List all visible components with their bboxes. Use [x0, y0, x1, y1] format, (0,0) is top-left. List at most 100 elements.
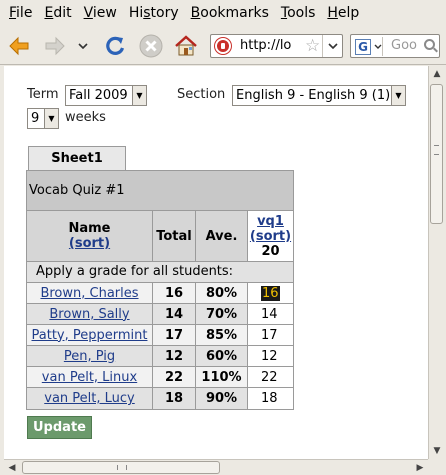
scroll-up-arrow-icon[interactable]: ▲ — [429, 66, 445, 82]
menu-bookmarks[interactable]: Bookmarks — [185, 0, 275, 27]
sort-by-vq1-link[interactable]: (sort) — [250, 229, 291, 244]
grade-value: 22 — [261, 369, 278, 385]
page-content: Term Fall 2009 ▼ Section English 9 - Eng… — [4, 66, 428, 459]
search-bar[interactable]: G Goo — [350, 34, 440, 58]
grade-cell[interactable]: 18 — [248, 388, 293, 409]
grade-cell[interactable]: 14 — [248, 304, 293, 324]
chevron-down-icon — [374, 44, 382, 49]
name-header-label: Name — [68, 221, 111, 236]
url-bar[interactable]: http://lo ☆ — [210, 34, 343, 58]
menu-file[interactable]: File — [3, 0, 38, 27]
term-select[interactable]: Fall 2009 ▼ — [65, 85, 147, 106]
student-average: 80% — [196, 283, 248, 303]
bookmark-star-icon[interactable]: ☆ — [305, 36, 320, 56]
chevron-down-icon — [327, 43, 338, 49]
student-average: 70% — [196, 304, 248, 324]
grade-cell[interactable]: 12 — [248, 346, 293, 366]
sort-by-name-link[interactable]: (sort) — [69, 236, 110, 251]
student-row: Patty, Peppermint 17 85% 17 — [27, 325, 293, 346]
student-row: Brown, Sally 14 70% 14 — [27, 304, 293, 325]
student-average: 85% — [196, 325, 248, 345]
chevron-down-icon: ▼ — [391, 86, 405, 105]
section-select[interactable]: English 9 - English 9 (1) ▼ — [232, 85, 406, 106]
chevron-down-icon: ▼ — [132, 86, 146, 105]
grade-value: 16 — [261, 285, 280, 301]
update-button[interactable]: Update — [27, 416, 92, 439]
menu-view[interactable]: View — [78, 0, 123, 27]
student-total: 12 — [153, 346, 196, 366]
site-favicon-icon — [215, 38, 231, 54]
stop-button[interactable] — [138, 33, 164, 59]
student-row: van Pelt, Linux 22 110% 22 — [27, 367, 293, 388]
reload-button[interactable] — [102, 33, 128, 59]
chevron-down-icon — [78, 43, 88, 49]
student-name-link[interactable]: Pen, Pig — [64, 349, 115, 364]
forward-arrow-icon — [45, 36, 65, 56]
horizontal-scroll-thumb[interactable] — [22, 461, 220, 474]
search-icon[interactable] — [424, 39, 435, 50]
home-icon — [175, 35, 197, 56]
gradebook-grid: Vocab Quiz #1 Name (sort) Total Ave. vq1… — [26, 170, 294, 410]
student-row: Brown, Charles 16 80% 16 — [27, 283, 293, 304]
url-dropdown-button[interactable] — [322, 35, 342, 57]
menu-bar: File Edit View History Bookmarks Tools H… — [0, 0, 446, 27]
average-column-header: Ave. — [196, 211, 248, 261]
navigation-toolbar: http://lo ☆ G Goo — [0, 27, 446, 65]
student-total: 18 — [153, 388, 196, 409]
student-row: Pen, Pig 12 60% 12 — [27, 346, 293, 367]
menu-help[interactable]: Help — [321, 0, 365, 27]
scroll-down-arrow-icon[interactable]: ▼ — [429, 443, 445, 459]
grade-value: 17 — [261, 327, 278, 343]
student-total: 16 — [153, 283, 196, 303]
grade-cell[interactable]: 22 — [248, 367, 293, 387]
history-dropdown-button[interactable] — [74, 33, 92, 59]
vertical-scrollbar[interactable]: ▲ ▼ — [428, 66, 444, 459]
home-button[interactable] — [173, 33, 199, 59]
student-name-link[interactable]: Brown, Charles — [40, 286, 138, 301]
section-label: Section — [177, 87, 226, 102]
grade-value: 12 — [261, 348, 278, 364]
url-text[interactable]: http://lo — [240, 38, 302, 53]
student-total: 17 — [153, 325, 196, 345]
weeks-select[interactable]: 9 ▼ — [27, 108, 59, 129]
stop-icon — [139, 34, 163, 58]
grade-value: 18 — [261, 391, 278, 406]
horizontal-scrollbar[interactable]: ◀ ▶ — [4, 459, 428, 475]
vq1-assignment-link[interactable]: vq1 — [257, 214, 284, 229]
student-name-link[interactable]: Brown, Sally — [49, 307, 129, 322]
vq1-column-header: vq1 (sort) 20 — [248, 211, 293, 261]
scroll-left-arrow-icon[interactable]: ◀ — [4, 460, 20, 475]
vq1-points-possible: 20 — [261, 243, 280, 259]
student-average: 60% — [196, 346, 248, 366]
grade-cell[interactable]: 17 — [248, 325, 293, 345]
back-button[interactable] — [6, 33, 32, 59]
student-total: 22 — [153, 367, 196, 387]
scrollbar-corner — [428, 459, 446, 475]
menu-edit[interactable]: Edit — [38, 0, 77, 27]
section-selected-value: English 9 - English 9 (1) — [236, 88, 391, 103]
student-average: 90% — [196, 388, 248, 409]
search-input[interactable]: Goo — [391, 38, 421, 53]
search-engine-selector[interactable]: G — [353, 37, 383, 56]
vertical-scroll-thumb[interactable] — [430, 84, 443, 224]
student-name-link[interactable]: van Pelt, Lucy — [44, 391, 134, 406]
student-average: 110% — [196, 367, 248, 387]
grade-value: 14 — [261, 306, 278, 322]
tab-sheet1[interactable]: Sheet1 — [28, 146, 126, 170]
student-total: 14 — [153, 304, 196, 324]
term-label: Term — [27, 87, 59, 102]
reload-icon — [106, 36, 125, 55]
grade-cell-focused[interactable]: 16 — [248, 283, 293, 303]
average-header-label: Ave. — [205, 228, 238, 244]
quiz-title: Vocab Quiz #1 — [27, 171, 293, 211]
student-name-link[interactable]: Patty, Peppermint — [32, 328, 148, 343]
google-icon: G — [355, 38, 371, 55]
menu-history[interactable]: History — [123, 0, 185, 27]
chevron-down-icon: ▼ — [44, 109, 58, 128]
scroll-right-arrow-icon[interactable]: ▶ — [412, 460, 428, 475]
menu-tools[interactable]: Tools — [275, 0, 322, 27]
forward-button[interactable] — [42, 33, 68, 59]
student-name-link[interactable]: van Pelt, Linux — [42, 370, 137, 385]
student-row: van Pelt, Lucy 18 90% 18 — [27, 388, 293, 409]
apply-grade-all-row[interactable]: Apply a grade for all students: — [27, 262, 293, 283]
